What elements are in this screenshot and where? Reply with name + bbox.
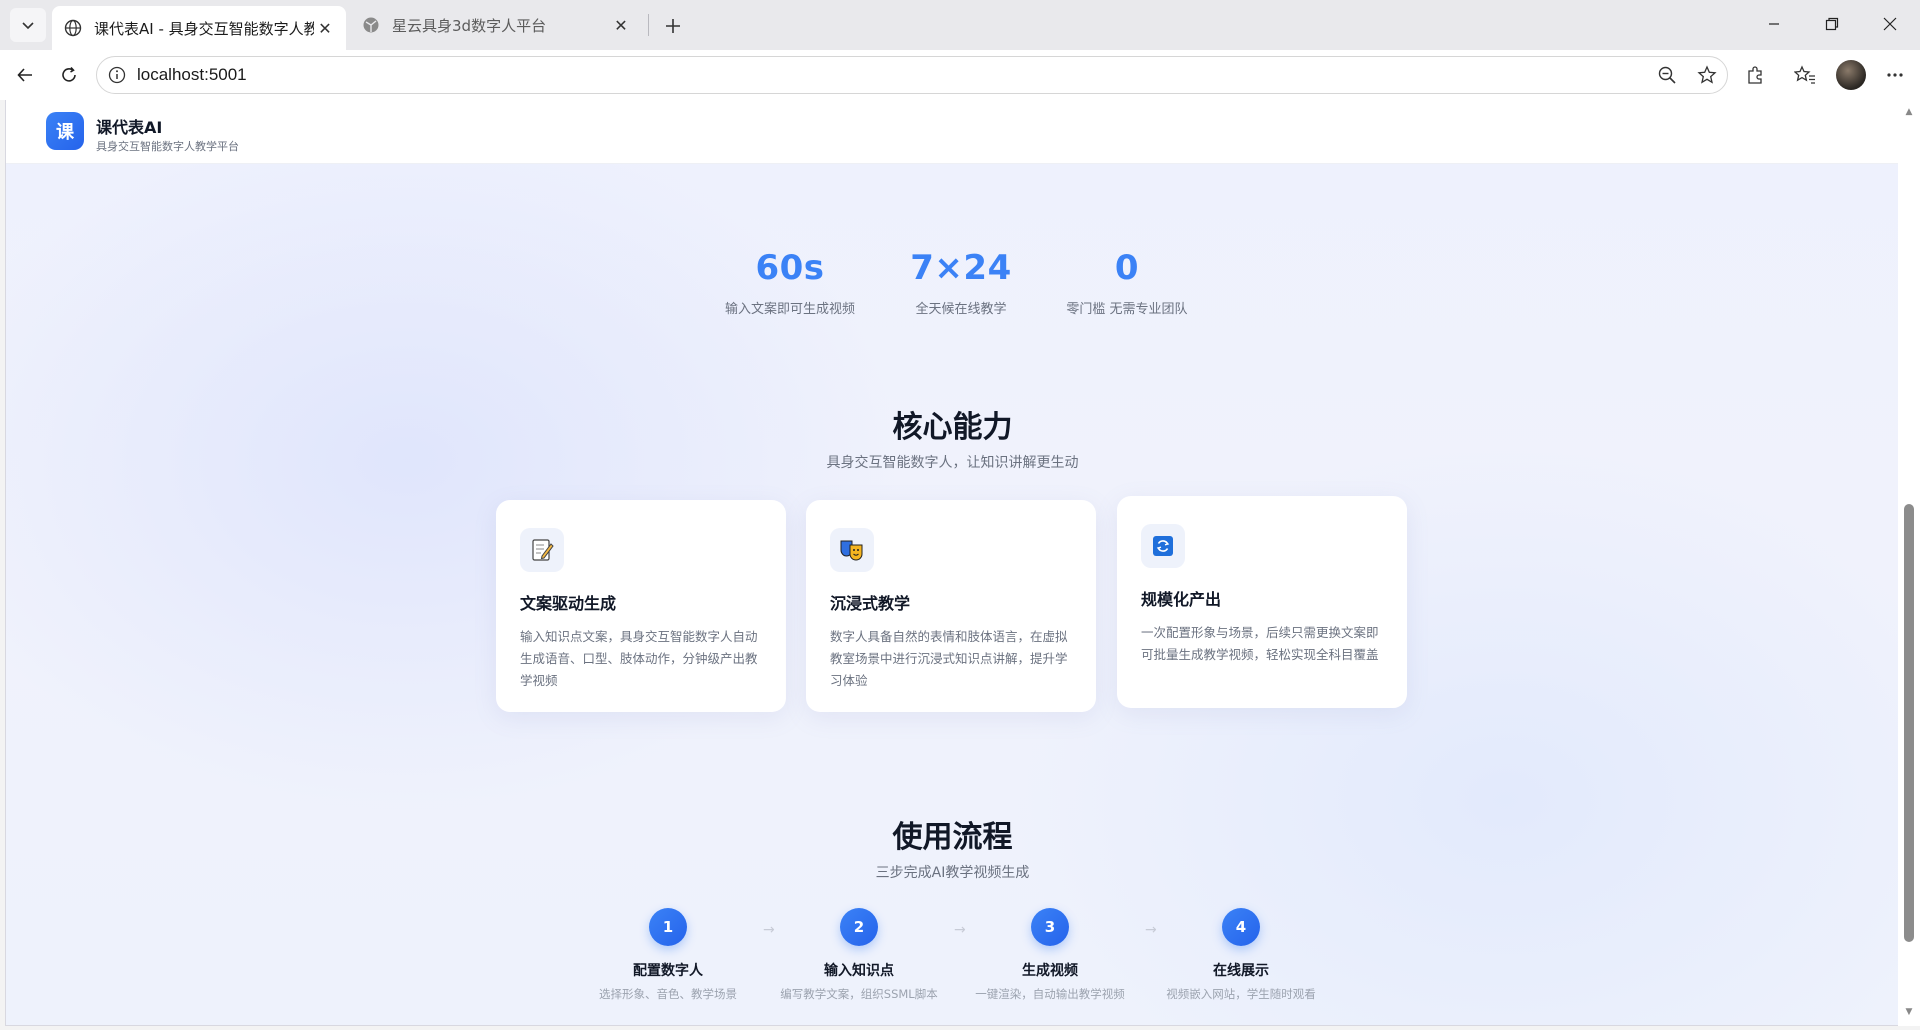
tab-list-button[interactable] bbox=[10, 8, 46, 42]
feature-card-desc: 输入知识点文案，具身交互智能数字人自动生成语音、口型、肢体动作，分钟级产出教学视… bbox=[520, 629, 758, 688]
minimize-button[interactable] bbox=[1745, 0, 1803, 48]
feature-card-title: 沉浸式教学 bbox=[830, 594, 911, 613]
reload-icon bbox=[62, 66, 76, 82]
globe-icon bbox=[62, 17, 84, 39]
feature-card-title: 规模化产出 bbox=[1141, 590, 1222, 609]
step-number: 2 bbox=[840, 908, 878, 946]
more-options-icon[interactable] bbox=[1878, 59, 1912, 91]
plus-icon bbox=[666, 19, 680, 33]
scrollbar-thumb[interactable] bbox=[1904, 504, 1914, 942]
site-info-icon[interactable] bbox=[97, 66, 137, 84]
tab-inactive[interactable]: 星云具身3d数字人平台 ✕ bbox=[350, 6, 642, 44]
close-window-button[interactable] bbox=[1861, 0, 1919, 48]
scroll-down-icon[interactable]: ▼ bbox=[1898, 1004, 1920, 1020]
favorites-icon[interactable] bbox=[1788, 59, 1822, 91]
step-number: 1 bbox=[649, 908, 687, 946]
flow-arrow: → bbox=[763, 922, 775, 938]
refresh-button[interactable] bbox=[52, 59, 86, 91]
star-icon[interactable] bbox=[1687, 58, 1727, 92]
feature-card-desc: 数字人具备自然的表情和肢体语言，在虚拟教室场景中进行沉浸式知识点讲解，提升学习体… bbox=[830, 629, 1068, 688]
flow-section-title: 使用流程 bbox=[892, 820, 1013, 855]
step-title: 输入知识点 bbox=[824, 963, 894, 979]
step-title: 生成视频 bbox=[1022, 963, 1078, 979]
flow-step: 4 在线展示 视频嵌入网站，学生随时观看 bbox=[1156, 908, 1326, 1002]
logo-icon[interactable]: 课 bbox=[46, 112, 84, 150]
new-tab-button[interactable] bbox=[656, 10, 690, 42]
step-number: 3 bbox=[1031, 908, 1069, 946]
arrow-left-icon bbox=[17, 68, 32, 82]
globe-icon bbox=[360, 14, 382, 36]
tab-active[interactable]: 课代表AI - 具身交互智能数字人教学 ✕ bbox=[52, 6, 346, 50]
page-viewport: 课 课代表AI 具身交互智能数字人教学平台 60s 输入文案即可生成视频 7×2… bbox=[5, 100, 1898, 1026]
refresh-icon bbox=[1141, 524, 1185, 568]
zoom-out-icon[interactable] bbox=[1647, 58, 1687, 92]
step-desc: 一键渲染，自动输出教学视频 bbox=[975, 987, 1125, 1001]
step-desc: 视频嵌入网站，学生随时观看 bbox=[1166, 987, 1316, 1001]
close-icon bbox=[1883, 17, 1897, 31]
site-name[interactable]: 课代表AI bbox=[96, 114, 162, 138]
core-section-title: 核心能力 bbox=[892, 410, 1013, 445]
flow-step: 3 生成视频 一键渲染，自动输出教学视频 bbox=[965, 908, 1135, 1002]
site-tagline: 具身交互智能数字人教学平台 bbox=[96, 140, 239, 153]
step-number: 4 bbox=[1222, 908, 1260, 946]
restore-button[interactable] bbox=[1803, 0, 1861, 48]
close-tab-icon[interactable]: ✕ bbox=[314, 17, 336, 39]
profile-avatar[interactable] bbox=[1836, 60, 1866, 90]
minimize-icon bbox=[1769, 23, 1779, 25]
back-button[interactable] bbox=[8, 59, 42, 91]
tab-title: 课代表AI - 具身交互智能数字人教学 bbox=[94, 19, 314, 38]
flow-arrow: → bbox=[954, 922, 966, 938]
step-title: 在线展示 bbox=[1213, 963, 1269, 979]
flow-arrow: → bbox=[1145, 922, 1157, 938]
stat-item: 0 零门槛 无需专业团队 bbox=[1017, 248, 1237, 317]
chevron-down-icon bbox=[22, 22, 34, 30]
flow-section-subtitle: 三步完成AI教学视频生成 bbox=[875, 865, 1030, 881]
step-desc: 选择形象、音色、教学场景 bbox=[599, 987, 737, 1001]
core-section-subtitle: 具身交互智能数字人，让知识讲解更生动 bbox=[826, 455, 1079, 471]
restore-icon bbox=[1825, 17, 1839, 31]
extensions-icon[interactable] bbox=[1738, 59, 1772, 91]
memo-icon bbox=[520, 528, 564, 572]
scroll-up-icon[interactable]: ▲ bbox=[1898, 104, 1920, 120]
address-bar[interactable]: localhost:5001 bbox=[96, 56, 1728, 94]
performing-arts-icon bbox=[830, 528, 874, 572]
close-tab-icon[interactable]: ✕ bbox=[610, 14, 632, 36]
step-title: 配置数字人 bbox=[633, 963, 703, 979]
flow-step: 1 配置数字人 选择形象、音色、教学场景 bbox=[583, 908, 753, 1002]
flow-step: 2 输入知识点 编写教学文案，组织SSML脚本 bbox=[774, 908, 944, 1002]
feature-card[interactable]: 文案驱动生成 输入知识点文案，具身交互智能数字人自动生成语音、口型、肢体动作，分… bbox=[496, 500, 786, 712]
page-scrollbar[interactable]: ▲ ▼ bbox=[1898, 100, 1920, 1026]
browser-tab-bar: 课代表AI - 具身交互智能数字人教学 ✕ 星云具身3d数字人平台 ✕ bbox=[0, 0, 1920, 50]
tab-title: 星云具身3d数字人平台 bbox=[392, 16, 547, 35]
feature-card[interactable]: 规模化产出 一次配置形象与场景，后续只需更换文案即可批量生成教学视频，轻松实现全… bbox=[1117, 496, 1407, 708]
step-desc: 编写教学文案，组织SSML脚本 bbox=[780, 987, 938, 1001]
stat-value: 0 bbox=[1114, 248, 1140, 288]
stat-label: 零门槛 无需专业团队 bbox=[1066, 302, 1188, 317]
tab-divider bbox=[648, 14, 649, 36]
url-text[interactable]: localhost:5001 bbox=[137, 65, 1647, 85]
browser-toolbar: localhost:5001 bbox=[0, 50, 1920, 100]
feature-card-desc: 一次配置形象与场景，后续只需更换文案即可批量生成教学视频，轻松实现全科目覆盖 bbox=[1141, 625, 1379, 662]
feature-card-title: 文案驱动生成 bbox=[520, 594, 617, 613]
site-header: 课 课代表AI 具身交互智能数字人教学平台 bbox=[6, 100, 1898, 164]
feature-card[interactable]: 沉浸式教学 数字人具备自然的表情和肢体语言，在虚拟教室场景中进行沉浸式知识点讲解… bbox=[806, 500, 1096, 712]
